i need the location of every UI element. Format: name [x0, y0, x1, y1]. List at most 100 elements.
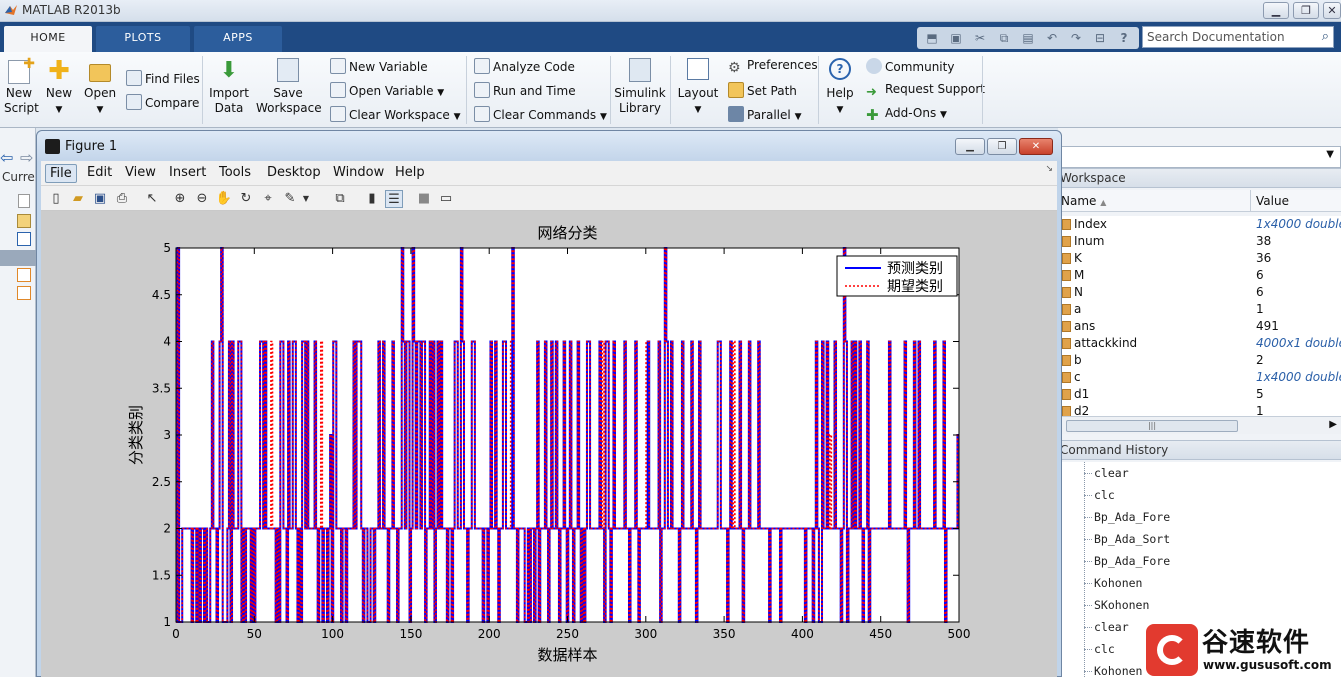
- menu-tools[interactable]: Tools: [215, 164, 255, 181]
- layout-button[interactable]: Layout ▼: [676, 58, 720, 118]
- brush-dropdown-icon[interactable]: ▼: [297, 190, 315, 208]
- scroll-right-icon[interactable]: ▶: [1329, 419, 1337, 430]
- workspace-row[interactable]: a1: [1058, 301, 1341, 318]
- switch-windows-icon[interactable]: ⊟: [1091, 29, 1109, 47]
- scrollbar-thumb[interactable]: |||: [1066, 420, 1238, 432]
- name-column-header[interactable]: Name ▲: [1061, 194, 1106, 208]
- help-button[interactable]: ? Help ▼: [824, 58, 856, 118]
- workspace-row[interactable]: M6: [1058, 267, 1341, 284]
- open-file-icon[interactable]: ▰: [69, 190, 87, 208]
- history-item[interactable]: Bp_Ada_Fore: [1094, 554, 1170, 568]
- show-plot-tools-icon[interactable]: ▭: [437, 190, 455, 208]
- address-bar[interactable]: ▼: [1058, 146, 1341, 168]
- parallel-button[interactable]: Parallel ▼: [728, 106, 801, 122]
- undock-arrow-icon[interactable]: ↘: [1045, 164, 1053, 174]
- open-variable-button[interactable]: Open Variable ▼: [330, 82, 444, 98]
- workspace-row[interactable]: c 1x4000 double: [1058, 369, 1341, 386]
- workspace-row[interactable]: d1 5: [1058, 386, 1341, 403]
- pan-icon[interactable]: ✋: [215, 190, 233, 208]
- pointer-icon[interactable]: ↖: [143, 190, 161, 208]
- community-button[interactable]: Community: [866, 58, 954, 74]
- workspace-row[interactable]: Inum 38: [1058, 233, 1341, 250]
- figure-restore-button[interactable]: ❐: [987, 138, 1017, 155]
- preferences-button[interactable]: ⚙ Preferences: [728, 58, 818, 76]
- back-arrow-icon[interactable]: ⇦: [0, 148, 13, 167]
- paste-icon[interactable]: ▤: [1019, 29, 1037, 47]
- close-button[interactable]: ✕: [1323, 2, 1341, 19]
- search-icon[interactable]: ⌕: [1322, 27, 1329, 47]
- find-files-button[interactable]: Find Files: [126, 70, 200, 86]
- history-item[interactable]: clear: [1094, 466, 1129, 480]
- value-column-header[interactable]: Value: [1256, 194, 1289, 208]
- colorbar-icon[interactable]: ▮: [363, 190, 381, 208]
- redo-icon[interactable]: ↷: [1067, 29, 1085, 47]
- figure-close-button[interactable]: ✕: [1019, 138, 1053, 155]
- hide-plot-tools-icon[interactable]: ■: [415, 190, 433, 208]
- file-icon[interactable]: [18, 194, 30, 208]
- import-data-button[interactable]: ⬇ Import Data: [208, 58, 250, 116]
- shortcut-icon[interactable]: ⬒: [923, 29, 941, 47]
- run-and-time-button[interactable]: Run and Time: [474, 82, 576, 98]
- history-item[interactable]: SKohonen: [1094, 598, 1149, 612]
- menu-desktop[interactable]: Desktop: [263, 164, 325, 181]
- undo-icon[interactable]: ↶: [1043, 29, 1061, 47]
- clear-workspace-button[interactable]: Clear Workspace ▼: [330, 106, 461, 122]
- workspace-row[interactable]: b2: [1058, 352, 1341, 369]
- link-plot-icon[interactable]: ⧉: [331, 190, 349, 208]
- workspace-row[interactable]: attackkind 4000x1 double: [1058, 335, 1341, 352]
- menu-edit[interactable]: Edit: [83, 164, 116, 181]
- workspace-row[interactable]: ans 491: [1058, 318, 1341, 335]
- clear-commands-button[interactable]: Clear Commands ▼: [474, 106, 607, 122]
- compare-button[interactable]: Compare: [126, 94, 199, 110]
- workspace-row[interactable]: K 36: [1058, 250, 1341, 267]
- cut-icon[interactable]: ✂: [971, 29, 989, 47]
- workspace-row[interactable]: N6: [1058, 284, 1341, 301]
- menu-view[interactable]: View: [121, 164, 160, 181]
- tab-apps[interactable]: APPS: [194, 26, 282, 52]
- zoom-out-icon[interactable]: ⊖: [193, 190, 211, 208]
- copy-icon[interactable]: ⧉: [995, 29, 1013, 47]
- figure-minimize-button[interactable]: ▁: [955, 138, 985, 155]
- horizontal-scrollbar[interactable]: ||| ▶: [1058, 416, 1341, 434]
- selected-file-row[interactable]: [0, 250, 36, 266]
- search-documentation-input[interactable]: Search Documentation ⌕: [1142, 26, 1334, 48]
- workspace-row[interactable]: Index 1x4000 double: [1058, 216, 1341, 233]
- history-item[interactable]: Kohonen: [1094, 664, 1142, 677]
- legend-icon[interactable]: ☰: [385, 190, 403, 208]
- save-icon[interactable]: ▣: [947, 29, 965, 47]
- restore-button[interactable]: ❐: [1293, 2, 1319, 19]
- request-support-button[interactable]: ➜ Request Support: [866, 82, 985, 101]
- set-path-button[interactable]: Set Path: [728, 82, 797, 98]
- menu-file[interactable]: File: [45, 164, 77, 183]
- history-item[interactable]: Bp_Ada_Sort: [1094, 532, 1170, 546]
- tab-plots[interactable]: PLOTS: [96, 26, 190, 52]
- save-workspace-button[interactable]: Save Workspace: [256, 58, 322, 116]
- simulink-library-button[interactable]: Simulink Library: [614, 58, 666, 116]
- new-variable-button[interactable]: New Variable: [330, 58, 428, 74]
- history-item[interactable]: clc: [1094, 642, 1115, 656]
- rotate-icon[interactable]: ↻: [237, 190, 255, 208]
- column-divider[interactable]: [1250, 190, 1251, 212]
- menu-help[interactable]: Help: [391, 164, 429, 181]
- figure-file-icon[interactable]: [17, 232, 31, 246]
- data-cursor-icon[interactable]: ⌖: [259, 190, 277, 208]
- forward-arrow-icon[interactable]: ⇨: [20, 148, 33, 167]
- history-item[interactable]: Bp_Ada_Fore: [1094, 510, 1170, 524]
- zoom-in-icon[interactable]: ⊕: [171, 190, 189, 208]
- print-icon[interactable]: ⎙: [113, 190, 131, 208]
- figure-window[interactable]: Figure 1 ▁ ❐ ✕ File Edit View Insert Tools De…: [36, 130, 1062, 677]
- tab-home[interactable]: HOME: [4, 26, 92, 52]
- add-ons-button[interactable]: ✚ Add-Ons ▼: [866, 106, 947, 124]
- new-figure-icon[interactable]: ▯: [47, 190, 65, 208]
- open-button[interactable]: Open ▼: [84, 60, 116, 118]
- new-button[interactable]: ✚ New ▼: [44, 58, 74, 118]
- history-item[interactable]: clc: [1094, 488, 1115, 502]
- script-file-icon[interactable]: [17, 286, 31, 300]
- analyze-code-button[interactable]: Analyze Code: [474, 58, 575, 74]
- menu-insert[interactable]: Insert: [165, 164, 210, 181]
- menu-window[interactable]: Window: [329, 164, 388, 181]
- save-figure-icon[interactable]: ▣: [91, 190, 109, 208]
- new-script-button[interactable]: ✚ New Script: [4, 57, 39, 116]
- history-item[interactable]: Kohonen: [1094, 576, 1142, 590]
- history-item[interactable]: clear: [1094, 620, 1129, 634]
